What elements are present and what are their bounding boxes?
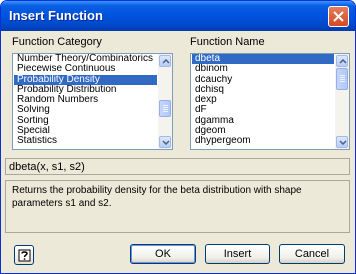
function-scroll-down-button[interactable] bbox=[336, 136, 348, 148]
category-list-item[interactable]: Number Theory/Combinatorics bbox=[14, 54, 157, 64]
category-scroll-thumb[interactable] bbox=[159, 100, 171, 117]
function-list-item[interactable]: dcauchy bbox=[192, 75, 334, 85]
close-button[interactable] bbox=[328, 6, 349, 27]
function-description-box: Returns the probability density for the … bbox=[5, 180, 350, 233]
chevron-down-icon bbox=[162, 140, 170, 145]
category-list-item[interactable]: Probability Distribution bbox=[14, 85, 157, 95]
function-scrollbar[interactable] bbox=[335, 54, 349, 149]
function-list-item[interactable]: dbeta bbox=[192, 54, 334, 65]
help-icon bbox=[18, 249, 31, 262]
help-button[interactable] bbox=[14, 245, 34, 265]
category-list-item[interactable]: Sorting bbox=[14, 116, 157, 126]
function-name-label: Function Name bbox=[190, 36, 265, 48]
function-scroll-thumb[interactable] bbox=[336, 68, 348, 90]
chevron-up-icon bbox=[162, 59, 170, 64]
category-list-item[interactable]: Special bbox=[14, 126, 157, 136]
function-name-list[interactable]: dbeta dbinom dcauchy dchisq dexp dF dgamma dgeo… bbox=[190, 53, 350, 150]
chevron-down-icon bbox=[339, 140, 347, 145]
function-scroll-up-button[interactable] bbox=[336, 55, 348, 67]
category-scrollbar[interactable] bbox=[158, 54, 172, 149]
chevron-up-icon bbox=[339, 59, 347, 64]
category-scroll-up-button[interactable] bbox=[159, 55, 171, 67]
insert-button[interactable]: Insert bbox=[205, 244, 270, 264]
function-list-item[interactable]: dgamma bbox=[192, 116, 334, 126]
function-category-list[interactable]: Number Theory/Combinatorics Piecewise Con… bbox=[12, 53, 173, 150]
function-category-label: Function Category bbox=[12, 36, 102, 48]
ok-button[interactable]: OK bbox=[130, 244, 196, 264]
dialog-title: Insert Function bbox=[9, 8, 103, 23]
function-syntax: dbeta(x, s1, s2) bbox=[9, 161, 85, 173]
cancel-button[interactable]: Cancel bbox=[279, 244, 345, 264]
function-list-item[interactable]: dbinom bbox=[192, 64, 334, 74]
function-list-item[interactable]: dgeom bbox=[192, 126, 334, 136]
category-list-item[interactable]: Probability Density bbox=[14, 74, 157, 85]
function-description: Returns the probability density for the … bbox=[12, 185, 302, 209]
category-list-item[interactable]: Piecewise Continuous bbox=[14, 64, 157, 74]
function-syntax-box: dbeta(x, s1, s2) bbox=[5, 158, 350, 175]
function-list-item[interactable]: dexp bbox=[192, 95, 334, 105]
function-list-item[interactable]: dF bbox=[192, 105, 334, 115]
function-list-item[interactable]: dchisq bbox=[192, 85, 334, 95]
category-list-item[interactable]: Statistics bbox=[14, 136, 157, 146]
title-bar[interactable]: Insert Function bbox=[1, 1, 355, 31]
insert-function-dialog: Insert Function Function Category Functi… bbox=[0, 0, 356, 274]
close-icon bbox=[333, 11, 344, 22]
category-list-item[interactable]: Solving bbox=[14, 105, 157, 115]
category-list-item[interactable]: Random Numbers bbox=[14, 95, 157, 105]
category-scroll-down-button[interactable] bbox=[159, 136, 171, 148]
function-list-item[interactable]: dhypergeom bbox=[192, 136, 334, 146]
